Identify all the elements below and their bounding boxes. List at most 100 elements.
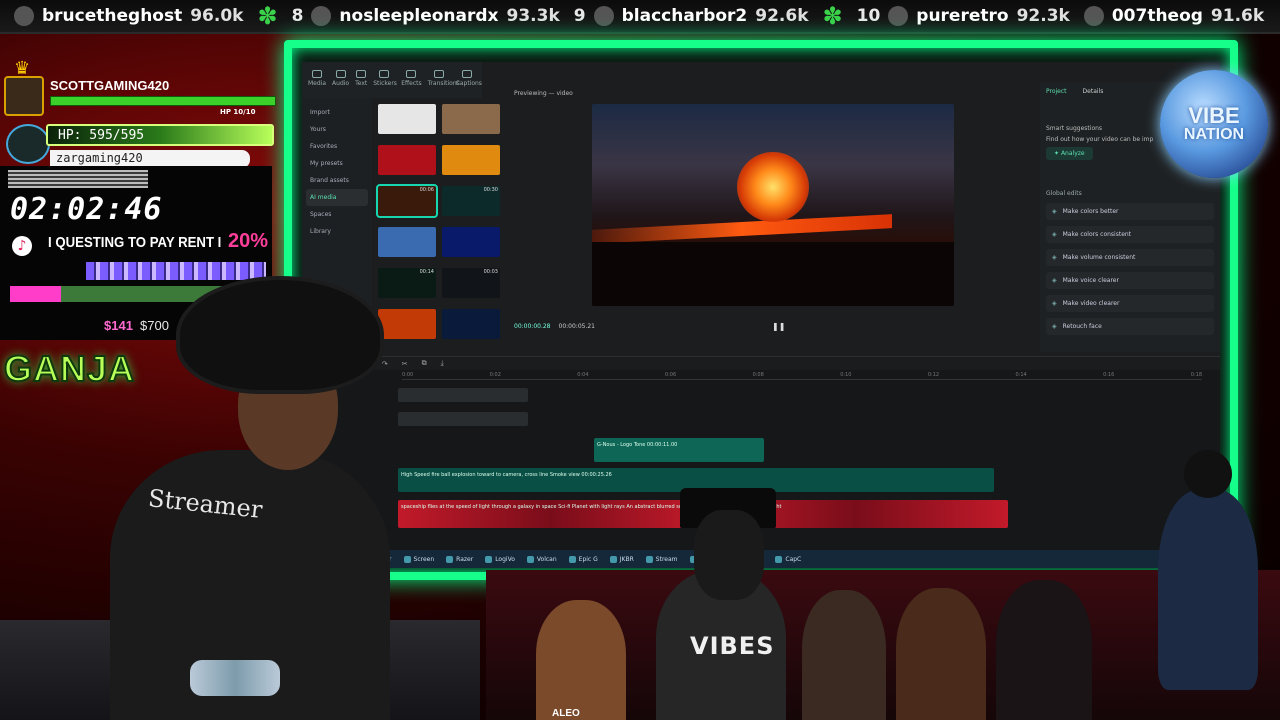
timeline-ruler: 0:00 0:02 0:04 0:06 0:08 0:10 0:12 0:14 0:16 0:18 [402,372,1202,380]
media-thumbnail[interactable]: 00:03 [442,268,500,298]
taskbar-app-label: CapC [785,555,802,563]
editor-tab[interactable]: Transitions [428,70,460,98]
timeline-tool-icon[interactable]: ✂ [402,360,408,368]
timeline-tool-icon[interactable]: ⧉ [422,359,427,368]
global-edit-item[interactable]: ◈ Make volume consistent [1046,249,1214,266]
timeline-clip[interactable] [398,388,528,402]
global-edit-item[interactable]: ◈ Retouch face [1046,318,1214,335]
global-edit-label: Make voice clearer [1062,277,1119,284]
media-thumbnail[interactable] [442,104,500,134]
editor-tab[interactable]: Stickers [373,70,397,98]
volcano-ridge [592,242,954,306]
media-thumbnail[interactable] [378,104,436,134]
timeline-toolbar: ↶↷✂⧉⤓ [302,356,1220,370]
sidebar-item[interactable]: Yours [306,121,368,138]
leaderboard-name: nosleepleonardx [339,6,499,26]
leaderboard-entry: brucetheghost 96.0k [14,6,243,26]
timeline-tool-icon[interactable]: ⤓ [441,359,444,368]
edit-icon: ◈ [1052,231,1057,238]
global-edit-item[interactable]: ◈ Make voice clearer [1046,272,1214,289]
leaderboard-bar: brucetheghost 96.0k ✽ 8 nosleepleonardx 93.3k… [0,0,1280,34]
leaderboard-entry: 9 blaccharbor2 92.6k [574,6,809,26]
editor-tab[interactable]: Media [308,70,326,98]
global-edit-label: Make colors better [1062,208,1119,215]
taskbar-app[interactable]: Volcan [526,555,557,563]
goal-percent: 20% [228,230,269,252]
vibe-nation-logo: VIBE NATION [1160,70,1268,178]
vibes-label: VIBES [690,632,775,660]
taskbar-app[interactable]: Stream [645,555,678,563]
global-edits-title: Global edits [1046,190,1082,197]
global-edit-item[interactable]: ◈ Make video clearer [1046,295,1214,312]
vibe-logo-line2: NATION [1183,126,1245,143]
global-edit-item[interactable]: ◈ Make colors consistent [1046,226,1214,243]
preview-label: Previewing — video [514,90,573,97]
tab-project[interactable]: Project [1046,88,1067,95]
editor-tab[interactable]: Audio [332,70,349,98]
ruler-tick: 0:14 [1015,372,1027,378]
app-icon [446,555,454,563]
sidebar-item[interactable]: My presets [306,155,368,172]
sidebar-item[interactable]: Library [306,223,368,240]
taskbar-app[interactable]: Razer [446,555,473,563]
ruler-tick: 0:06 [664,372,677,378]
taskbar-app[interactable]: CapC [775,555,802,563]
character-warrior-head [1184,450,1232,498]
editor-tab-label: Stickers [373,80,397,87]
editor-tab-label: Audio [332,80,350,87]
taskbar-app-label: Screen [413,555,435,563]
leaderboard-rank: 8 [291,6,304,26]
media-thumbnail[interactable]: 00:06 [376,184,438,218]
editor-tab[interactable]: Captions [456,70,482,98]
editor-tab-label: Captions [455,80,482,87]
sidebar-item[interactable]: Import [306,104,368,121]
edit-icon: ◈ [1052,323,1057,330]
sidebar-item[interactable]: Spaces [306,206,368,223]
pause-icon[interactable]: ❚❚ [772,322,785,332]
taskbar-app[interactable]: Epic G [568,555,598,563]
sidebar-item[interactable]: AI media [306,189,368,206]
tab-details[interactable]: Details [1083,88,1104,95]
video-preview[interactable] [592,104,954,306]
tab-icon [312,70,323,78]
player-panel: ♛ SCOTTGAMING420 HP 10/10 HP: 595/595 za… [2,58,276,172]
timeline-clip-logo-tone[interactable]: G-Nous - Logo Tone 00:00:11.00 [594,438,764,462]
analyze-button[interactable]: ✦ Analyze [1046,147,1093,160]
leaderboard-score: 93.3k [506,6,560,26]
editor-top-tabs: Media Audio Text Stickers Effects Transitions… [302,62,482,98]
hp-small-label: HP 10/10 [220,108,256,116]
global-edit-item[interactable]: ◈ Make colors better [1046,203,1214,220]
character-bearded [802,590,886,720]
global-edit-label: Make volume consistent [1062,254,1136,261]
taskbar-app-label: LogiVo [495,555,515,563]
ruler-tick: 0:10 [840,372,852,378]
media-thumbnail[interactable] [442,227,500,257]
player-avatar [4,76,44,116]
twitch-glitch-logo [86,262,266,280]
clown-face [694,510,764,600]
taskbar-app[interactable]: JKBR [609,555,634,563]
media-thumbnail[interactable] [442,145,500,175]
ruler-tick: 0:02 [489,372,501,378]
timeline-clip[interactable] [398,412,528,426]
media-thumbnail[interactable] [378,145,436,175]
taskbar-app[interactable]: Screen [403,555,435,563]
editor-tab-label: Text [355,80,368,87]
fur-hat [180,280,380,390]
media-thumbnail[interactable] [442,309,500,339]
tab-icon [433,70,444,78]
taskbar-app[interactable]: LogiVo [485,555,515,563]
taskbar-app-label: Volcan [536,555,557,563]
leaderboard-score: 92.6k [755,6,809,26]
media-thumbnail[interactable] [378,227,436,257]
leaderboard-rank: 10 [856,6,881,26]
sidebar-item[interactable]: Favorites [306,138,368,155]
water-bottle [190,660,280,696]
editor-tab-label: Effects [401,80,422,87]
editor-tab[interactable]: Effects [401,70,422,98]
media-thumbnail[interactable]: 00:30 [442,186,500,216]
right-character [1148,440,1268,690]
stream-timer: 02:02:46 [10,192,163,227]
sidebar-item[interactable]: Brand assets [306,172,368,189]
editor-tab[interactable]: Text [355,70,367,98]
